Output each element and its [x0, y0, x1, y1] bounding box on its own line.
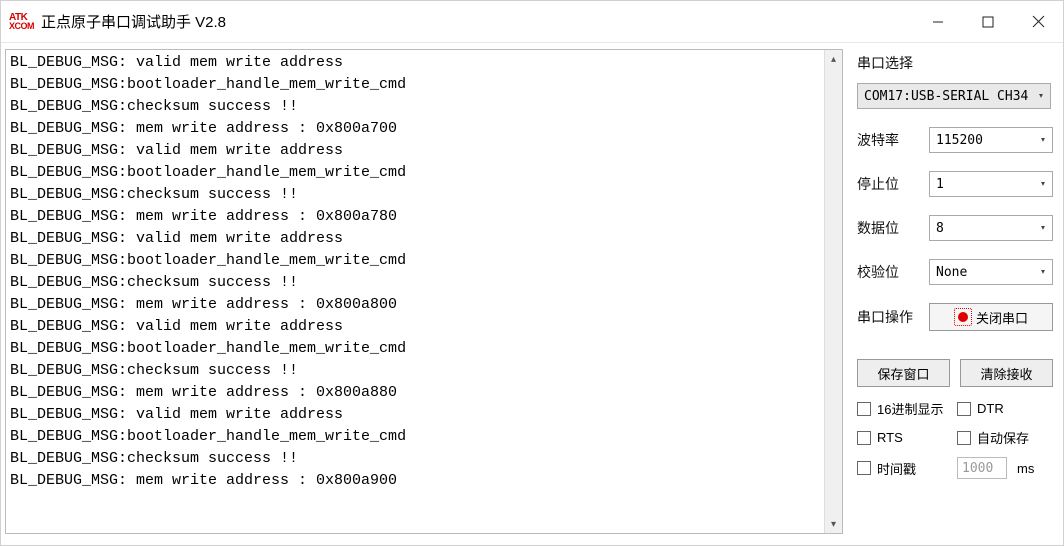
- databit-label: 数据位: [857, 218, 929, 238]
- close-icon: [1032, 15, 1045, 28]
- close-port-label: 关闭串口: [976, 308, 1028, 327]
- checkbox-icon: [957, 431, 971, 445]
- scroll-up-icon[interactable]: ▴: [825, 50, 842, 68]
- parity-label: 校验位: [857, 262, 929, 282]
- log-output-area: BL_DEBUG_MSG: valid mem write address BL…: [5, 49, 843, 534]
- stopbit-select[interactable]: 1 ▾: [929, 171, 1053, 197]
- hex-display-label: 16进制显示: [877, 399, 943, 418]
- save-window-button[interactable]: 保存窗口: [857, 359, 950, 387]
- minimize-button[interactable]: [913, 1, 963, 42]
- timestamp-label: 时间戳: [877, 459, 916, 478]
- chevron-down-icon: ▾: [1040, 179, 1046, 190]
- timestamp-interval: 1000 ms: [957, 457, 1053, 479]
- stopbit-value: 1: [936, 177, 944, 192]
- close-button[interactable]: [1013, 1, 1063, 42]
- timestamp-input[interactable]: 1000: [957, 457, 1007, 479]
- timestamp-checkbox[interactable]: 时间戳: [857, 457, 953, 479]
- databit-value: 8: [936, 221, 944, 236]
- databit-select[interactable]: 8 ▾: [929, 215, 1053, 241]
- record-icon: [954, 308, 972, 326]
- window-controls: [913, 1, 1063, 42]
- dtr-checkbox[interactable]: DTR: [957, 399, 1053, 418]
- log-scrollbar[interactable]: ▴ ▾: [824, 50, 842, 533]
- window-title: 正点原子串口调试助手 V2.8: [41, 11, 913, 32]
- autosave-checkbox[interactable]: 自动保存: [957, 428, 1053, 447]
- clear-receive-label: 清除接收: [980, 364, 1032, 383]
- baud-value: 115200: [936, 133, 983, 148]
- hex-display-checkbox[interactable]: 16进制显示: [857, 399, 953, 418]
- checkbox-icon: [957, 402, 971, 416]
- chevron-down-icon: ▾: [1040, 267, 1046, 278]
- checkbox-icon: [857, 402, 871, 416]
- rts-checkbox[interactable]: RTS: [857, 428, 953, 447]
- dtr-label: DTR: [977, 401, 1004, 416]
- maximize-icon: [982, 16, 994, 28]
- title-bar: ATK XCOM 正点原子串口调试助手 V2.8: [1, 1, 1063, 43]
- log-text[interactable]: BL_DEBUG_MSG: valid mem write address BL…: [6, 50, 842, 533]
- checkbox-icon: [857, 461, 871, 475]
- minimize-icon: [932, 16, 944, 28]
- port-operation-label: 串口操作: [857, 307, 929, 327]
- rts-label: RTS: [877, 430, 903, 445]
- port-section-title: 串口选择: [857, 53, 1053, 73]
- chevron-down-icon: ▾: [1038, 91, 1044, 102]
- baud-label: 波特率: [857, 130, 929, 150]
- chevron-down-icon: ▾: [1040, 135, 1046, 146]
- autosave-label: 自动保存: [977, 428, 1029, 447]
- app-logo: ATK XCOM: [9, 12, 35, 32]
- port-select[interactable]: COM17:USB-SERIAL CH34 ▾: [857, 83, 1051, 109]
- maximize-button[interactable]: [963, 1, 1013, 42]
- parity-select[interactable]: None ▾: [929, 259, 1053, 285]
- parity-value: None: [936, 265, 967, 280]
- stopbit-label: 停止位: [857, 174, 929, 194]
- close-port-button[interactable]: 关闭串口: [929, 303, 1053, 331]
- port-value: COM17:USB-SERIAL CH34: [864, 89, 1028, 104]
- scroll-down-icon[interactable]: ▾: [825, 515, 842, 533]
- save-window-label: 保存窗口: [877, 364, 929, 383]
- clear-receive-button[interactable]: 清除接收: [960, 359, 1053, 387]
- timestamp-unit: ms: [1017, 461, 1034, 476]
- side-panel: 串口选择 COM17:USB-SERIAL CH34 ▾ 波特率 115200 …: [843, 43, 1063, 534]
- checkbox-icon: [857, 431, 871, 445]
- baud-select[interactable]: 115200 ▾: [929, 127, 1053, 153]
- chevron-down-icon: ▾: [1040, 223, 1046, 234]
- logo-text-bottom: XCOM: [9, 22, 35, 31]
